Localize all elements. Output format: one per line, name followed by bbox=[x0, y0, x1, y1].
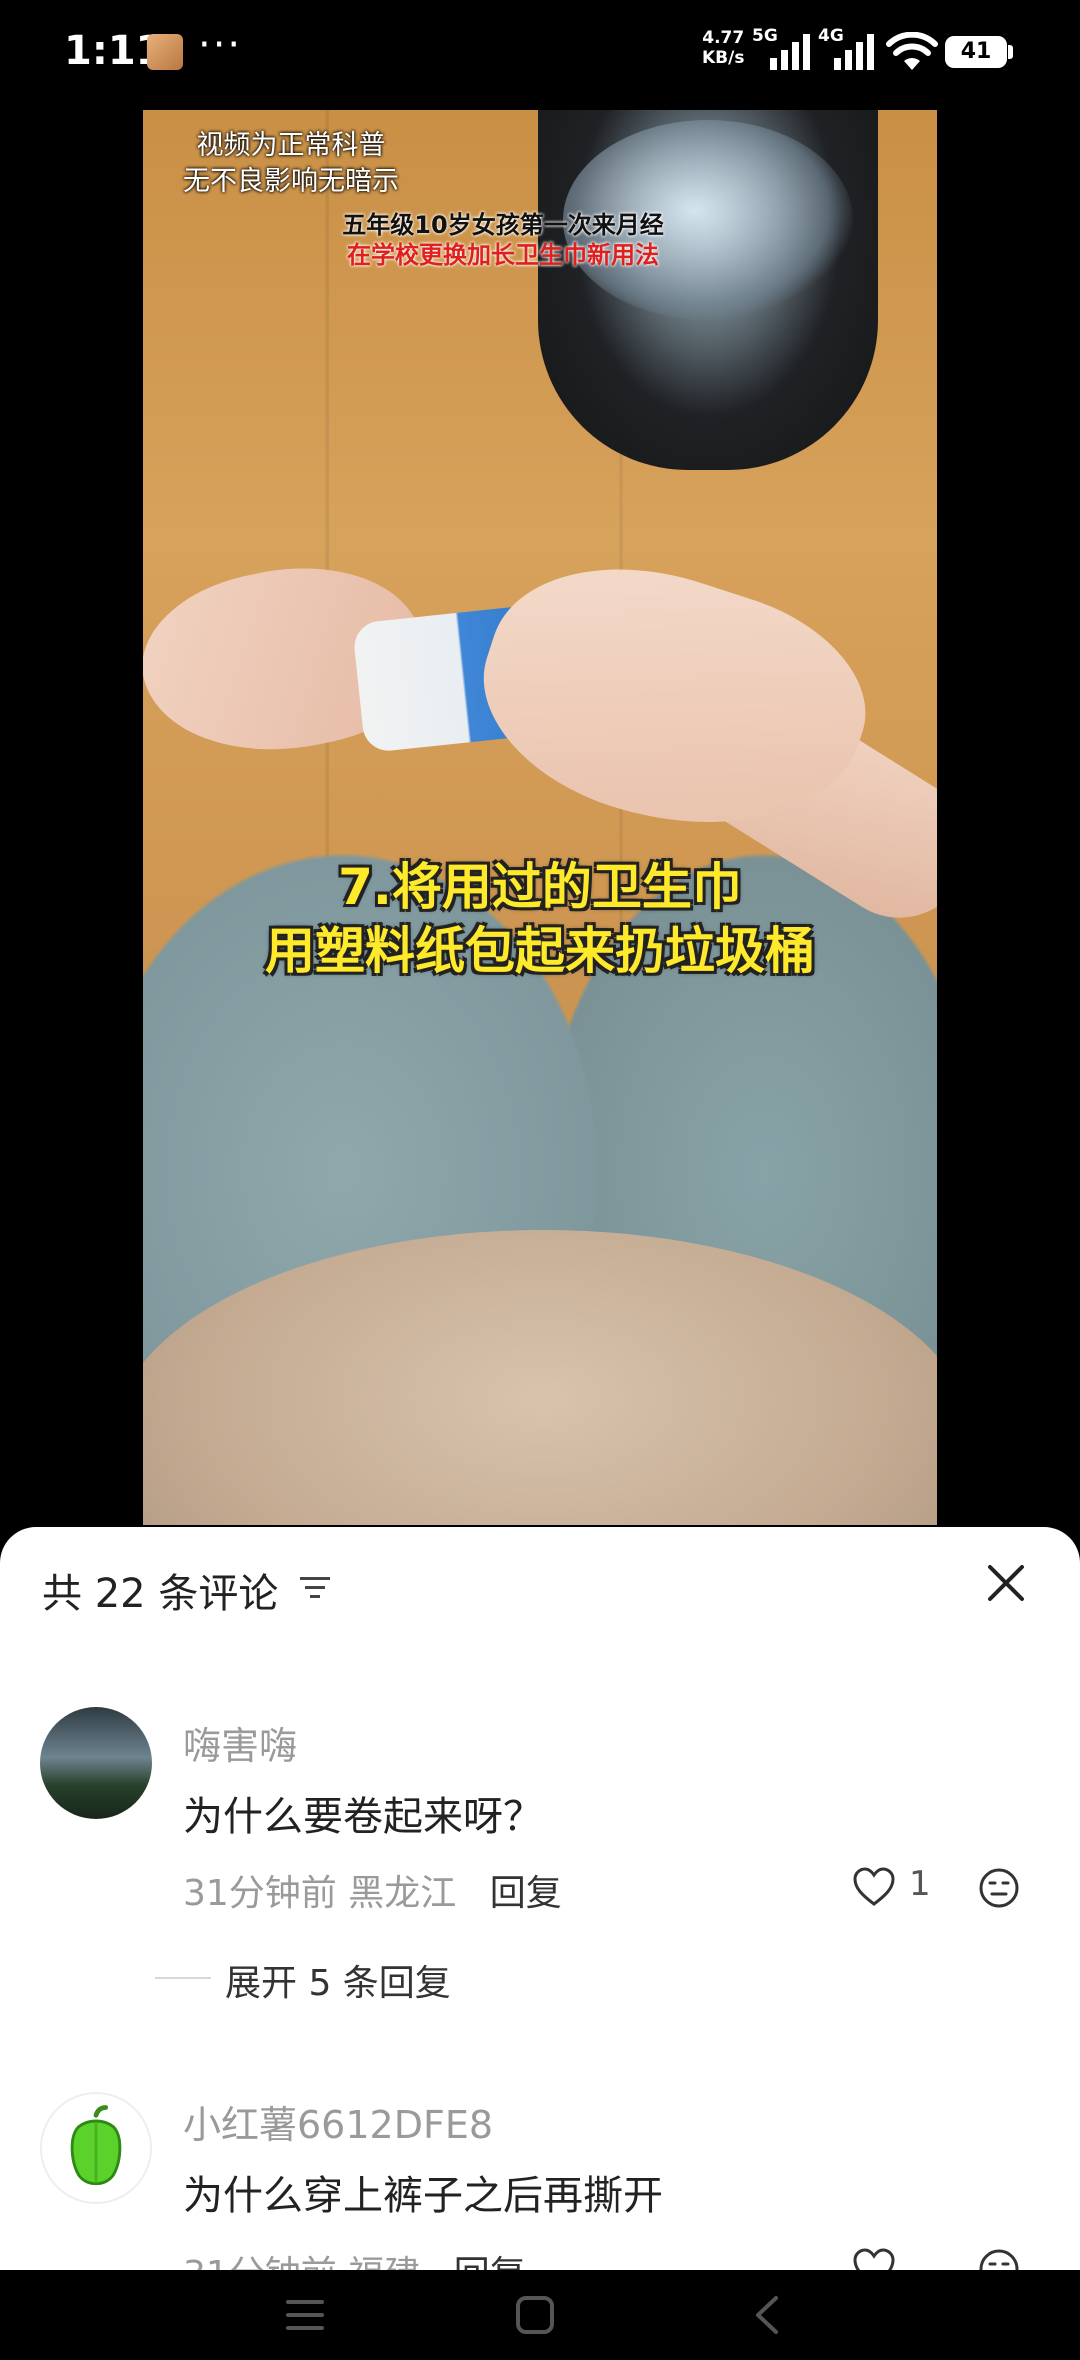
heart-icon[interactable] bbox=[852, 2248, 896, 2270]
menu-icon[interactable] bbox=[280, 2290, 330, 2340]
wifi-icon bbox=[886, 32, 938, 70]
system-navigation-bar bbox=[0, 2270, 1080, 2360]
network-speed: 4.77 KB/s bbox=[702, 28, 744, 68]
comment-text[interactable]: 为什么要卷起来呀？ bbox=[183, 1784, 543, 1842]
status-bar: 1:11 ··· 4.77 KB/s 5G 4G 41 bbox=[0, 0, 1080, 105]
reply-button[interactable]: 回复 bbox=[490, 1873, 562, 1914]
video-title-line2: 在学校更换加长卫生巾新用法 bbox=[347, 241, 659, 269]
comment-meta: 31分钟前 福建 回复 bbox=[183, 2245, 526, 2270]
reply-button[interactable]: 回复 bbox=[454, 2254, 526, 2270]
network-speed-value: 4.77 bbox=[702, 28, 745, 48]
comments-count-title: 共 22 条评论 bbox=[42, 1571, 279, 1617]
comment-username[interactable]: 嗨害嗨 bbox=[183, 1715, 297, 1770]
signal-4g-icon bbox=[834, 34, 874, 70]
comments-sheet: 共 22 条评论 嗨害嗨 为什么要卷起来呀？ 31分钟前 黑龙江 回复 1 展开… bbox=[0, 1527, 1080, 2270]
video-player[interactable]: 视频为正常科普 无不良影响无暗示 五年级10岁女孩第一次来月经 在学校更换加长卫… bbox=[143, 110, 937, 1525]
video-disclaimer-line1: 视频为正常科普 bbox=[196, 130, 386, 161]
green-pepper-icon bbox=[70, 2105, 122, 2186]
emoji-icon[interactable] bbox=[978, 2248, 1020, 2270]
comment-location: 福建 bbox=[348, 2254, 420, 2270]
battery-icon: 41 bbox=[945, 36, 1007, 68]
video-disclaimer: 视频为正常科普 无不良影响无暗示 bbox=[183, 128, 399, 200]
comment-location: 黑龙江 bbox=[348, 1873, 457, 1914]
comment-time: 31分钟前 bbox=[183, 2254, 337, 2270]
sort-icon[interactable] bbox=[300, 1575, 330, 1601]
more-notifications-icon: ··· bbox=[198, 22, 243, 68]
video-caption: 7.将用过的卫生巾 用塑料纸包起来扔垃圾桶 bbox=[143, 855, 937, 983]
video-caption-line1: 7.将用过的卫生巾 bbox=[338, 858, 742, 916]
comment-time: 31分钟前 bbox=[183, 1873, 337, 1914]
notification-avatar-icon bbox=[147, 34, 183, 70]
comment-text[interactable]: 为什么穿上裤子之后再撕开 bbox=[183, 2163, 663, 2221]
emoji-icon[interactable] bbox=[978, 1867, 1020, 1909]
avatar[interactable] bbox=[40, 2092, 152, 2204]
home-icon[interactable] bbox=[510, 2290, 560, 2340]
video-caption-line2: 用塑料纸包起来扔垃圾桶 bbox=[265, 922, 815, 980]
signal-5g-icon bbox=[770, 34, 810, 70]
battery-tip bbox=[1008, 45, 1013, 59]
back-icon[interactable] bbox=[742, 2290, 792, 2340]
comment-meta: 31分钟前 黑龙江 回复 bbox=[183, 1864, 562, 1916]
comment-username[interactable]: 小红薯6612DFE8 bbox=[183, 2094, 493, 2149]
close-icon[interactable] bbox=[986, 1563, 1026, 1603]
video-title: 五年级10岁女孩第一次来月经 在学校更换加长卫生巾新用法 bbox=[293, 210, 713, 270]
like-count: 1 bbox=[909, 1864, 931, 1904]
expand-divider bbox=[155, 1977, 211, 1979]
avatar[interactable] bbox=[40, 1707, 152, 1819]
video-title-line1: 五年级10岁女孩第一次来月经 bbox=[342, 211, 664, 239]
video-disclaimer-line2: 无不良影响无暗示 bbox=[183, 166, 399, 197]
expand-replies-button[interactable]: 展开 5 条回复 bbox=[225, 1954, 451, 2006]
network-speed-unit: KB/s bbox=[702, 48, 745, 68]
heart-icon[interactable] bbox=[852, 1867, 896, 1907]
